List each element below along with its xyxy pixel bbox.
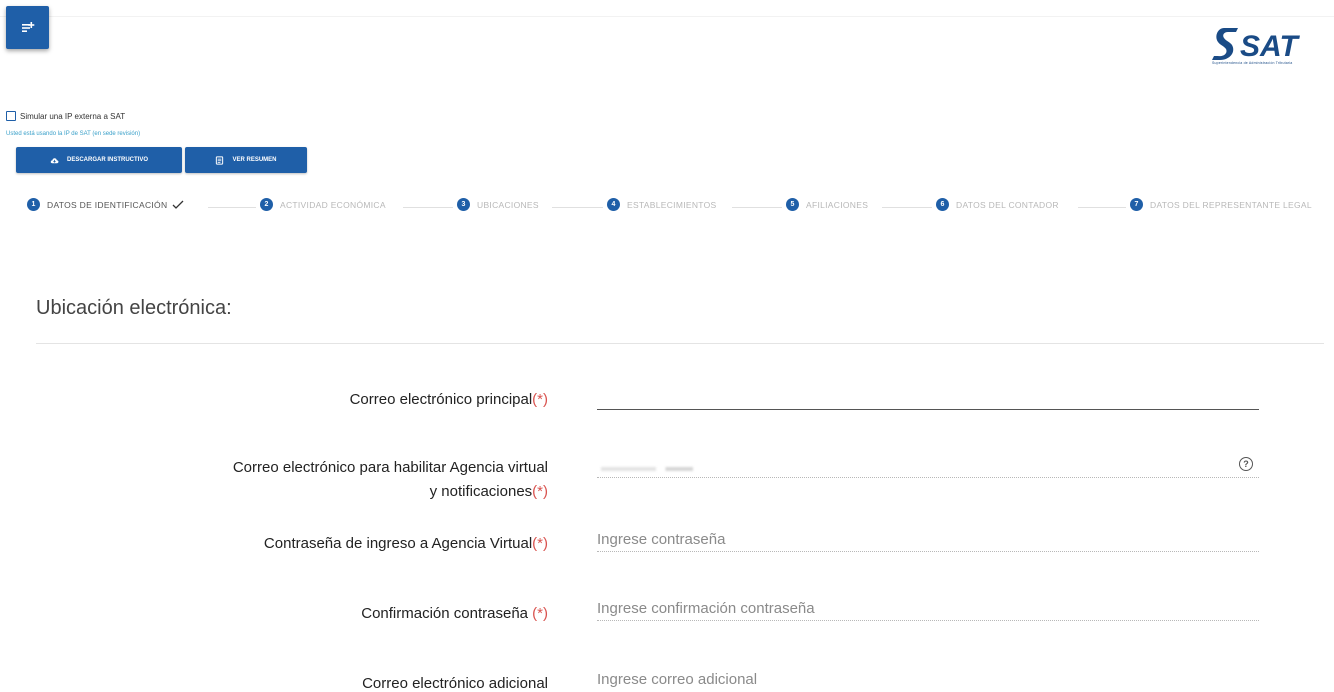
step-number: 7 bbox=[1130, 198, 1143, 211]
step-number: 5 bbox=[786, 198, 799, 211]
email-extra-input[interactable] bbox=[597, 667, 1259, 691]
section-title: Ubicación electrónica: bbox=[36, 297, 232, 319]
step-connector bbox=[403, 207, 453, 208]
required-marker: (*) bbox=[532, 605, 548, 622]
step-label: Datos del contador bbox=[956, 199, 1059, 210]
view-summary-button[interactable]: Ver resumen bbox=[185, 147, 307, 173]
step-connector bbox=[552, 207, 603, 208]
step-accountant-data[interactable]: 6 Datos del contador bbox=[936, 198, 1059, 211]
edit-note-icon bbox=[21, 21, 34, 32]
sat-logo: SAT Superintendencia de Administración T… bbox=[1210, 22, 1334, 72]
help-circle-icon[interactable]: ? bbox=[1239, 457, 1253, 471]
step-number: 4 bbox=[607, 198, 620, 211]
step-label: Afiliaciones bbox=[806, 199, 869, 210]
email-agency-label: Correo electrónico para habilitar Agenci… bbox=[233, 456, 548, 504]
step-label: Ubicaciones bbox=[477, 199, 539, 210]
logo-subtitle: Superintendencia de Administración Tribu… bbox=[1212, 61, 1293, 65]
step-label: Datos del representante legal bbox=[1150, 199, 1312, 210]
email-agency-label-line1: Correo electrónico para habilitar Agenci… bbox=[232, 459, 548, 476]
password-label-text: Contraseña de ingreso a Agencia Virtual bbox=[263, 535, 533, 552]
step-legal-representative[interactable]: 7 Datos del representante legal bbox=[1130, 198, 1312, 211]
simulate-ip-label: Simular una IP externa a SAT bbox=[20, 111, 126, 121]
step-affiliations[interactable]: 5 Afiliaciones bbox=[786, 198, 868, 211]
download-instructions-label: Descargar instructivo bbox=[66, 157, 148, 163]
menu-button[interactable] bbox=[6, 6, 49, 49]
view-summary-label: Ver resumen bbox=[232, 157, 277, 163]
password-input[interactable] bbox=[597, 528, 1259, 552]
password-label: Contraseña de ingreso a Agencia Virtual(… bbox=[264, 532, 548, 556]
email-main-label-text: Correo electrónico principal bbox=[349, 391, 533, 408]
simulate-ip-checkbox[interactable] bbox=[6, 111, 16, 121]
password-confirm-label: Confirmación contraseña (*) bbox=[361, 602, 548, 626]
step-connector bbox=[882, 207, 932, 208]
email-main-label: Correo electrónico principal(*) bbox=[350, 388, 548, 412]
step-identification-data[interactable]: 1 Datos de identificación bbox=[27, 198, 185, 211]
ip-status-note: Usted está usando la IP de SAT (en sede … bbox=[6, 131, 141, 137]
registration-stepper: 1 Datos de identificación 2 Actividad ec… bbox=[0, 198, 1334, 218]
step-number: 2 bbox=[260, 198, 273, 211]
email-agency-label-line2: y notificaciones bbox=[429, 483, 533, 500]
simulate-ip-row: Simular una IP externa a SAT bbox=[6, 111, 125, 121]
password-confirm-input[interactable] bbox=[597, 597, 1259, 621]
step-label: Establecimientos bbox=[627, 199, 717, 210]
redacted-value bbox=[601, 467, 693, 471]
step-label: Datos de identificación bbox=[47, 199, 168, 210]
section-divider bbox=[36, 343, 1324, 344]
step-connector bbox=[208, 207, 256, 208]
download-instructions-button[interactable]: Descargar instructivo bbox=[16, 147, 182, 173]
step-economic-activity[interactable]: 2 Actividad económica bbox=[260, 198, 386, 211]
email-main-input[interactable] bbox=[597, 386, 1259, 410]
top-bar bbox=[0, 0, 1334, 17]
logo-text: SAT bbox=[1240, 30, 1300, 63]
password-confirm-label-text: Confirmación contraseña bbox=[361, 605, 533, 622]
sat-logo-mark: SAT bbox=[1212, 28, 1300, 63]
check-icon bbox=[172, 200, 184, 209]
step-locations[interactable]: 3 Ubicaciones bbox=[457, 198, 539, 211]
email-extra-label: Correo electrónico adicional bbox=[362, 672, 548, 692]
email-extra-label-text: Correo electrónico adicional bbox=[362, 675, 548, 692]
step-number: 1 bbox=[27, 198, 40, 211]
required-marker: (*) bbox=[532, 483, 548, 500]
step-connector bbox=[1078, 207, 1126, 208]
step-label: Actividad económica bbox=[280, 199, 386, 210]
email-agency-input[interactable]: ? bbox=[597, 452, 1259, 478]
step-establishments[interactable]: 4 Establecimientos bbox=[607, 198, 717, 211]
step-connector bbox=[732, 207, 782, 208]
step-number: 6 bbox=[936, 198, 949, 211]
step-number: 3 bbox=[457, 198, 470, 211]
required-marker: (*) bbox=[532, 391, 548, 408]
cloud-download-icon bbox=[50, 157, 59, 163]
document-icon bbox=[216, 155, 224, 165]
required-marker: (*) bbox=[532, 535, 548, 552]
